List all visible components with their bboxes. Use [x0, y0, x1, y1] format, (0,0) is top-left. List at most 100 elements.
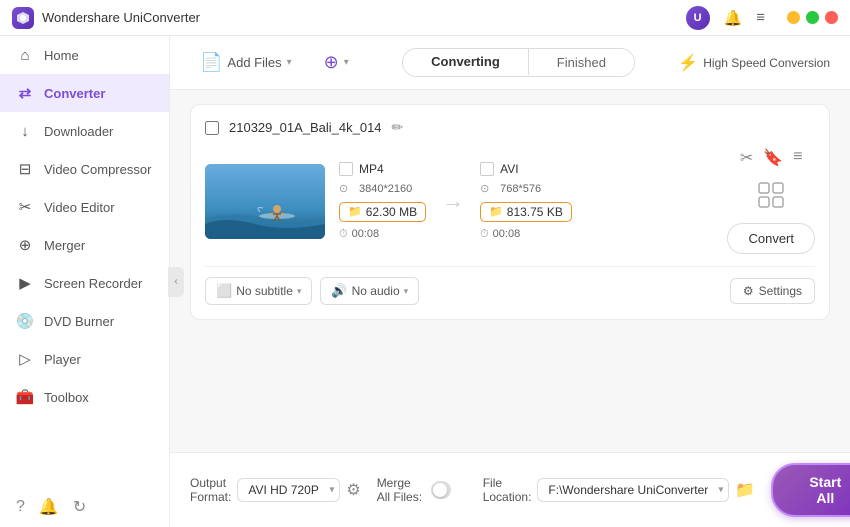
thumbnail-image: [205, 164, 325, 239]
sidebar-label-dvd: DVD Burner: [44, 314, 114, 329]
source-duration: 00:08: [352, 228, 380, 240]
source-duration-row: ⏱ 00:08: [339, 228, 426, 241]
sidebar-label-player: Player: [44, 352, 81, 367]
add-files-label: Add Files: [227, 55, 281, 70]
tab-finished[interactable]: Finished: [529, 49, 634, 76]
file-info-section: MP4 ⊙ 3840*2160 📁 62.30 MB ⏱: [339, 162, 705, 241]
maximize-button[interactable]: [806, 11, 819, 24]
file-checkbox[interactable]: [205, 121, 219, 135]
sidebar-item-screen-recorder[interactable]: ▶ Screen Recorder: [0, 264, 169, 302]
sidebar-item-toolbox[interactable]: 🧰 Toolbox: [0, 378, 169, 416]
target-res-icon: ⊙: [480, 182, 494, 196]
sidebar-item-converter[interactable]: ⇄ Converter: [0, 74, 169, 112]
source-resolution-row: ⊙ 3840*2160: [339, 182, 426, 196]
audio-arrow: ▾: [404, 286, 409, 297]
target-resolution: 768*576: [500, 183, 541, 195]
output-format-field: Output Format: AVI HD 720P MP4 MKV ⚙: [190, 476, 361, 504]
add-more-button[interactable]: ⊕ ▾: [314, 46, 359, 79]
subtitle-selector[interactable]: ⬜ No subtitle ▾: [205, 277, 312, 305]
notification-icon[interactable]: 🔔: [39, 497, 59, 517]
source-size: 62.30 MB: [366, 205, 417, 219]
target-clock-icon: ⏱: [480, 228, 489, 241]
add-more-icon: ⊕: [324, 52, 339, 73]
app-logo: [12, 7, 34, 29]
source-resolution: 3840*2160: [359, 183, 412, 195]
source-clock-icon: ⏱: [339, 228, 348, 241]
sidebar-item-video-editor[interactable]: ✂ Video Editor: [0, 188, 169, 226]
source-size-box: 📁 62.30 MB: [339, 202, 426, 222]
sidebar-item-downloader[interactable]: ↓ Downloader: [0, 112, 169, 150]
convert-button[interactable]: Convert: [727, 223, 815, 254]
file-card-footer: ⬜ No subtitle ▾ 🔊 No audio ▾ ⚙ Settings: [205, 266, 815, 305]
screen-recorder-icon: ▶: [16, 274, 34, 292]
sidebar-label-compressor: Video Compressor: [44, 162, 151, 177]
home-icon: ⌂: [16, 46, 34, 64]
start-all-button[interactable]: Start All: [771, 463, 850, 517]
add-files-icon: 📄: [200, 52, 222, 73]
audio-selector[interactable]: 🔊 No audio ▾: [320, 277, 419, 305]
high-speed-conversion[interactable]: ⚡ High Speed Conversion: [678, 53, 830, 73]
file-card-header: 210329_01A_Bali_4k_014 ✏: [205, 119, 815, 136]
main-layout: ⌂ Home ⇄ Converter ↓ Downloader ⊟ Video …: [0, 36, 850, 527]
close-button[interactable]: [825, 11, 838, 24]
list-icon[interactable]: ≡: [793, 148, 802, 168]
title-bar: Wondershare UniConverter U 🔔 ≡: [0, 0, 850, 36]
content-area: 📄 Add Files ▾ ⊕ ▾ Converting Finished ⚡ …: [170, 36, 850, 527]
player-icon: ▷: [16, 350, 34, 368]
cut-icon[interactable]: ✂: [740, 148, 753, 168]
source-format-row: MP4: [339, 162, 426, 176]
sidebar-item-dvd-burner[interactable]: 💿 DVD Burner: [0, 302, 169, 340]
file-area: 210329_01A_Bali_4k_014 ✏: [170, 90, 850, 452]
file-edit-icon[interactable]: ✏: [392, 119, 404, 136]
bell-icon[interactable]: 🔔: [724, 9, 743, 27]
sidebar-item-merger[interactable]: ⊕ Merger: [0, 226, 169, 264]
add-files-arrow: ▾: [287, 57, 292, 68]
downloader-icon: ↓: [16, 122, 34, 140]
output-format-select[interactable]: AVI HD 720P MP4 MKV: [237, 478, 340, 502]
sidebar-item-home[interactable]: ⌂ Home: [0, 36, 169, 74]
sidebar-label-screen-recorder: Screen Recorder: [44, 276, 142, 291]
app-title: Wondershare UniConverter: [42, 10, 686, 25]
compressor-icon: ⊟: [16, 160, 34, 178]
sidebar-collapse-button[interactable]: ‹: [168, 267, 184, 297]
minimize-button[interactable]: [787, 11, 800, 24]
sidebar-label-downloader: Downloader: [44, 124, 113, 139]
refresh-icon[interactable]: ↻: [73, 497, 86, 517]
compress-icon-wrapper: [756, 180, 786, 215]
sidebar-item-video-compressor[interactable]: ⊟ Video Compressor: [0, 150, 169, 188]
toolbar: 📄 Add Files ▾ ⊕ ▾ Converting Finished ⚡ …: [170, 36, 850, 90]
file-location-select-wrapper: F:\Wondershare UniConverter: [537, 478, 729, 502]
file-name: 210329_01A_Bali_4k_014: [229, 120, 382, 135]
subtitle-label: No subtitle: [236, 284, 293, 298]
window-controls: [787, 11, 838, 24]
user-avatar[interactable]: U: [686, 6, 710, 30]
target-folder-icon: 📁: [489, 205, 503, 218]
file-source: MP4 ⊙ 3840*2160 📁 62.30 MB ⏱: [339, 162, 426, 241]
folder-browse-icon[interactable]: 📁: [735, 480, 755, 500]
add-files-button[interactable]: 📄 Add Files ▾: [190, 46, 302, 79]
target-format-row: AVI: [480, 162, 572, 176]
settings-icon: ⚙: [743, 284, 754, 298]
bookmark-icon[interactable]: 🔖: [763, 148, 783, 168]
menu-icon[interactable]: ≡: [756, 9, 765, 26]
file-thumbnail: [205, 164, 325, 239]
settings-button[interactable]: ⚙ Settings: [730, 278, 815, 304]
compress-icon[interactable]: [756, 180, 786, 210]
help-icon[interactable]: ?: [16, 498, 25, 516]
speed-label: High Speed Conversion: [703, 56, 830, 70]
target-format: AVI: [500, 162, 518, 176]
merge-all-field: Merge All Files:: [377, 476, 451, 504]
convert-arrow: →: [442, 188, 464, 214]
target-duration-row: ⏱ 00:08: [480, 228, 572, 241]
output-format-icon[interactable]: ⚙: [346, 480, 360, 500]
sidebar: ⌂ Home ⇄ Converter ↓ Downloader ⊟ Video …: [0, 36, 170, 527]
file-location-select[interactable]: F:\Wondershare UniConverter: [537, 478, 729, 502]
tab-converting[interactable]: Converting: [403, 49, 529, 76]
audio-label: No audio: [352, 284, 400, 298]
file-location-label: File Location:: [483, 476, 532, 504]
tabs-wrapper: Converting Finished: [371, 48, 667, 77]
file-card-body: MP4 ⊙ 3840*2160 📁 62.30 MB ⏱: [205, 148, 815, 254]
merge-toggle-switch[interactable]: [431, 481, 451, 499]
sidebar-item-player[interactable]: ▷ Player: [0, 340, 169, 378]
thumbnail-svg: [205, 164, 325, 239]
